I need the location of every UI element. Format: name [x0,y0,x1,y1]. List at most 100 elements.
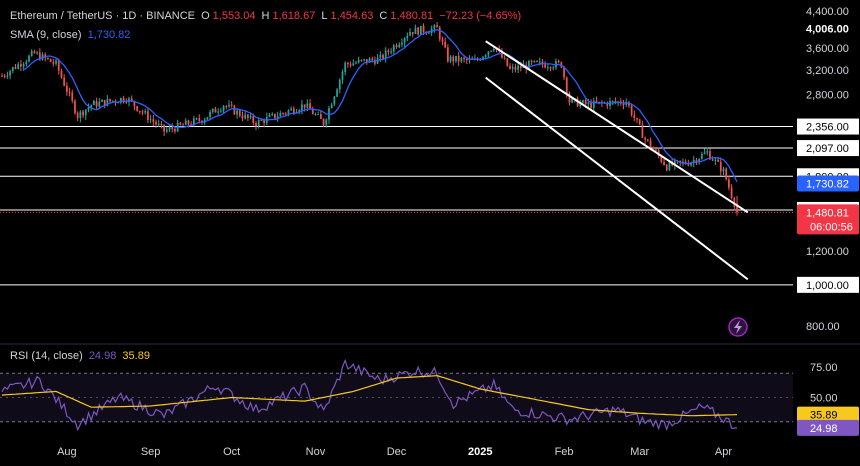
candle [725,167,728,181]
low-label: L [321,10,328,22]
candle-body [549,67,552,69]
candle-body [392,45,395,52]
candle-body [403,38,406,43]
candle-body [325,119,328,126]
candle-body [638,119,641,125]
candle-body [160,123,163,125]
candle-body [714,159,717,161]
candle [136,105,138,112]
event-marker[interactable] [728,317,748,337]
candle-body [195,118,198,120]
price-tick-0: 4,400.00 [806,6,849,18]
candle-body [703,152,706,155]
level-label-1[interactable]: 2,097.00 [797,140,859,157]
level-label-4[interactable]: 1,000.00 [797,276,859,293]
candle-body [222,106,225,111]
price-badge-1: 1,480.81 06:00:56 [797,204,859,235]
candle-body [330,104,333,109]
candle-body [463,57,465,59]
candle-body [268,115,271,117]
candle-body [165,129,168,132]
rsi-legend[interactable]: RSI (14, close) 24.98 35.89 [10,350,153,362]
candle-body [355,62,357,64]
candle-body [171,127,174,129]
sma-legend[interactable]: SMA (9, close) 1,730.82 [10,29,133,41]
candle-body [144,111,147,113]
time-tick-4: Dec [387,446,407,458]
level-label-text: 2,097.00 [806,143,849,155]
candle-body [422,26,425,33]
candle-body [344,62,347,72]
price-tick-4: 2,800.00 [806,90,849,102]
candle-body [563,67,565,78]
candle-body [322,119,325,126]
candle-body [6,75,9,77]
candle-body [65,85,68,92]
price-badge-0: 1,730.82 [797,175,859,192]
candle-body [519,65,522,68]
candle-body [419,26,422,35]
candle-body [544,64,547,68]
candle-body [257,120,260,127]
candle-body [84,109,87,116]
candle-body [384,50,387,59]
candle-body [584,100,587,105]
candle-body [509,66,511,69]
candle-body [22,64,25,67]
candle-body [292,108,295,114]
candle-body [20,64,22,67]
candle-body [433,25,436,29]
time-axis[interactable]: Aug Sep Oct Nov Dec 2025 Feb Mar Apr [57,446,732,458]
candle-body [225,106,228,108]
candle-body [209,111,211,118]
candle-body [428,32,430,34]
price-tick-1: 4,006.00 [806,23,849,35]
candle-body [220,110,222,112]
candle-body [398,44,401,48]
candle-body [492,49,495,51]
candle-body [465,58,468,61]
candle-body [230,104,233,106]
level-label-0[interactable]: 2,356.00 [797,118,859,135]
candle-body [60,70,63,78]
candle-body [387,50,390,52]
candle-body [630,105,633,115]
candle-body [730,187,733,198]
candle-body [79,111,82,118]
candle-body [444,41,447,48]
candle-body [311,109,314,115]
candle-body [536,60,538,62]
sma-label: SMA (9, close) [10,29,82,41]
candle-body [646,139,649,141]
chart-canvas[interactable]: 4,400.00 4,006.00 3,600.00 3,200.00 2,800.00… [0,0,860,466]
candle-body [25,61,28,65]
open-label: O [201,10,210,22]
candle-body [725,168,728,180]
candle-body [347,62,349,65]
time-tick-2: Oct [223,446,240,458]
candle-body [663,161,665,165]
candle-body [228,104,230,107]
candle-body [379,54,382,58]
candle-body [411,31,414,34]
rsi-ma-badge-text: 35.89 [810,410,838,422]
candle-body [95,100,98,107]
symbol-title[interactable]: Ethereum / TetherUS · 1D · BINANCE [10,10,195,22]
countdown-text: 06:00:56 [810,221,853,233]
level-label-text: 1,000.00 [806,280,849,292]
candle-body [460,57,463,62]
candle-body [174,128,176,132]
candle [438,25,441,42]
candle-body [557,60,560,63]
candle-body [333,96,336,105]
candle-body [571,98,574,103]
candle-body [371,58,374,61]
candle-body [217,111,220,113]
candle-body [301,104,303,111]
candle-body [538,61,541,63]
price-tick-6: 800.00 [806,321,840,333]
candle-body [236,110,238,115]
candle-body [665,164,668,171]
candle-body [233,105,236,115]
candle-body [141,111,144,113]
